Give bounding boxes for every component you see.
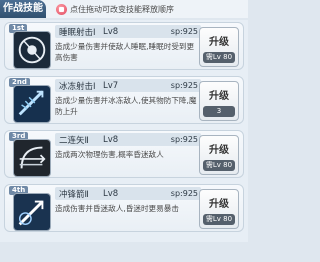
skill-name: 冲锋箭Ⅱ bbox=[59, 189, 89, 200]
upgrade-label: 升级 bbox=[209, 199, 229, 210]
skill-card-2[interactable]: 2nd 冰冻射击Ⅰ Lv7 sp:925 造成少量伤害并冰冻敌人,使其物防下降,… bbox=[4, 76, 244, 124]
upgrade-button[interactable]: 升级 需Lv 80 bbox=[199, 189, 239, 229]
bottom-area bbox=[0, 242, 248, 262]
double-arrow-icon bbox=[13, 139, 51, 177]
hint-icon bbox=[56, 4, 67, 15]
skill-card-3[interactable]: 3rd 二连矢Ⅱ Lv8 sp:925 造成两次物理伤害,概率昏迷敌人 升级 需… bbox=[4, 130, 244, 178]
drag-hint: 点住拖动可改变技能释放顺序 bbox=[56, 3, 174, 16]
skill-card-4[interactable]: 4th 冲锋箭Ⅱ Lv8 sp:925 造成伤害并昏迷敌人,昏迷时更易暴击 升级… bbox=[4, 184, 244, 232]
skill-sp: sp:925 bbox=[170, 27, 198, 36]
skill-card-1[interactable]: 1st 睡眠射击Ⅰ Lv8 sp:925 造成少量伤害并使敌人睡眠,睡眠时受到更… bbox=[4, 22, 244, 70]
skill-description: 造成伤害并昏迷敌人,昏迷时更易暴击 bbox=[55, 204, 179, 213]
upgrade-requirement: 3 bbox=[203, 106, 235, 117]
skill-name-row: 冰冻射击Ⅰ Lv7 sp:925 bbox=[55, 79, 201, 92]
top-bar: 作战技能 点住拖动可改变技能释放顺序 bbox=[0, 0, 248, 18]
skill-level: Lv8 bbox=[103, 134, 119, 145]
skill-level: Lv8 bbox=[103, 188, 119, 199]
upgrade-requirement: 需Lv 80 bbox=[203, 52, 235, 63]
skill-list: 1st 睡眠射击Ⅰ Lv8 sp:925 造成少量伤害并使敌人睡眠,睡眠时受到更… bbox=[0, 20, 248, 242]
hint-text: 点住拖动可改变技能释放顺序 bbox=[70, 5, 174, 14]
upgrade-label: 升级 bbox=[209, 37, 229, 48]
page-title: 作战技能 bbox=[0, 0, 46, 18]
upgrade-button[interactable]: 升级 需Lv 80 bbox=[199, 135, 239, 175]
skill-sp: sp:925 bbox=[170, 81, 198, 90]
skill-name: 冰冻射击Ⅰ bbox=[59, 81, 96, 92]
sleep-shot-icon bbox=[13, 31, 51, 69]
skill-name: 二连矢Ⅱ bbox=[59, 135, 89, 146]
upgrade-label: 升级 bbox=[209, 91, 229, 102]
freeze-shot-icon bbox=[13, 85, 51, 123]
skill-name: 睡眠射击Ⅰ bbox=[59, 27, 96, 38]
skill-sp: sp:925 bbox=[170, 135, 198, 144]
skill-description: 造成少量伤害并冰冻敌人,使其物防下降,魔防上升 bbox=[55, 96, 197, 116]
upgrade-button[interactable]: 升级 3 bbox=[199, 81, 239, 121]
skill-name-row: 二连矢Ⅱ Lv8 sp:925 bbox=[55, 133, 201, 146]
skill-sp: sp:925 bbox=[170, 189, 198, 198]
upgrade-requirement: 需Lv 80 bbox=[203, 160, 235, 171]
skill-level: Lv7 bbox=[103, 80, 119, 91]
skill-description: 造成少量伤害并使敌人睡眠,睡眠时受到更高伤害 bbox=[55, 42, 195, 62]
upgrade-requirement: 需Lv 80 bbox=[203, 214, 235, 225]
skill-level: Lv8 bbox=[103, 26, 119, 37]
upgrade-label: 升级 bbox=[209, 145, 229, 156]
skill-name-row: 冲锋箭Ⅱ Lv8 sp:925 bbox=[55, 187, 201, 200]
skill-name-row: 睡眠射击Ⅰ Lv8 sp:925 bbox=[55, 25, 201, 38]
charge-arrow-icon bbox=[13, 193, 51, 231]
skill-description: 造成两次物理伤害,概率昏迷敌人 bbox=[55, 150, 164, 159]
upgrade-button[interactable]: 升级 需Lv 80 bbox=[199, 27, 239, 67]
